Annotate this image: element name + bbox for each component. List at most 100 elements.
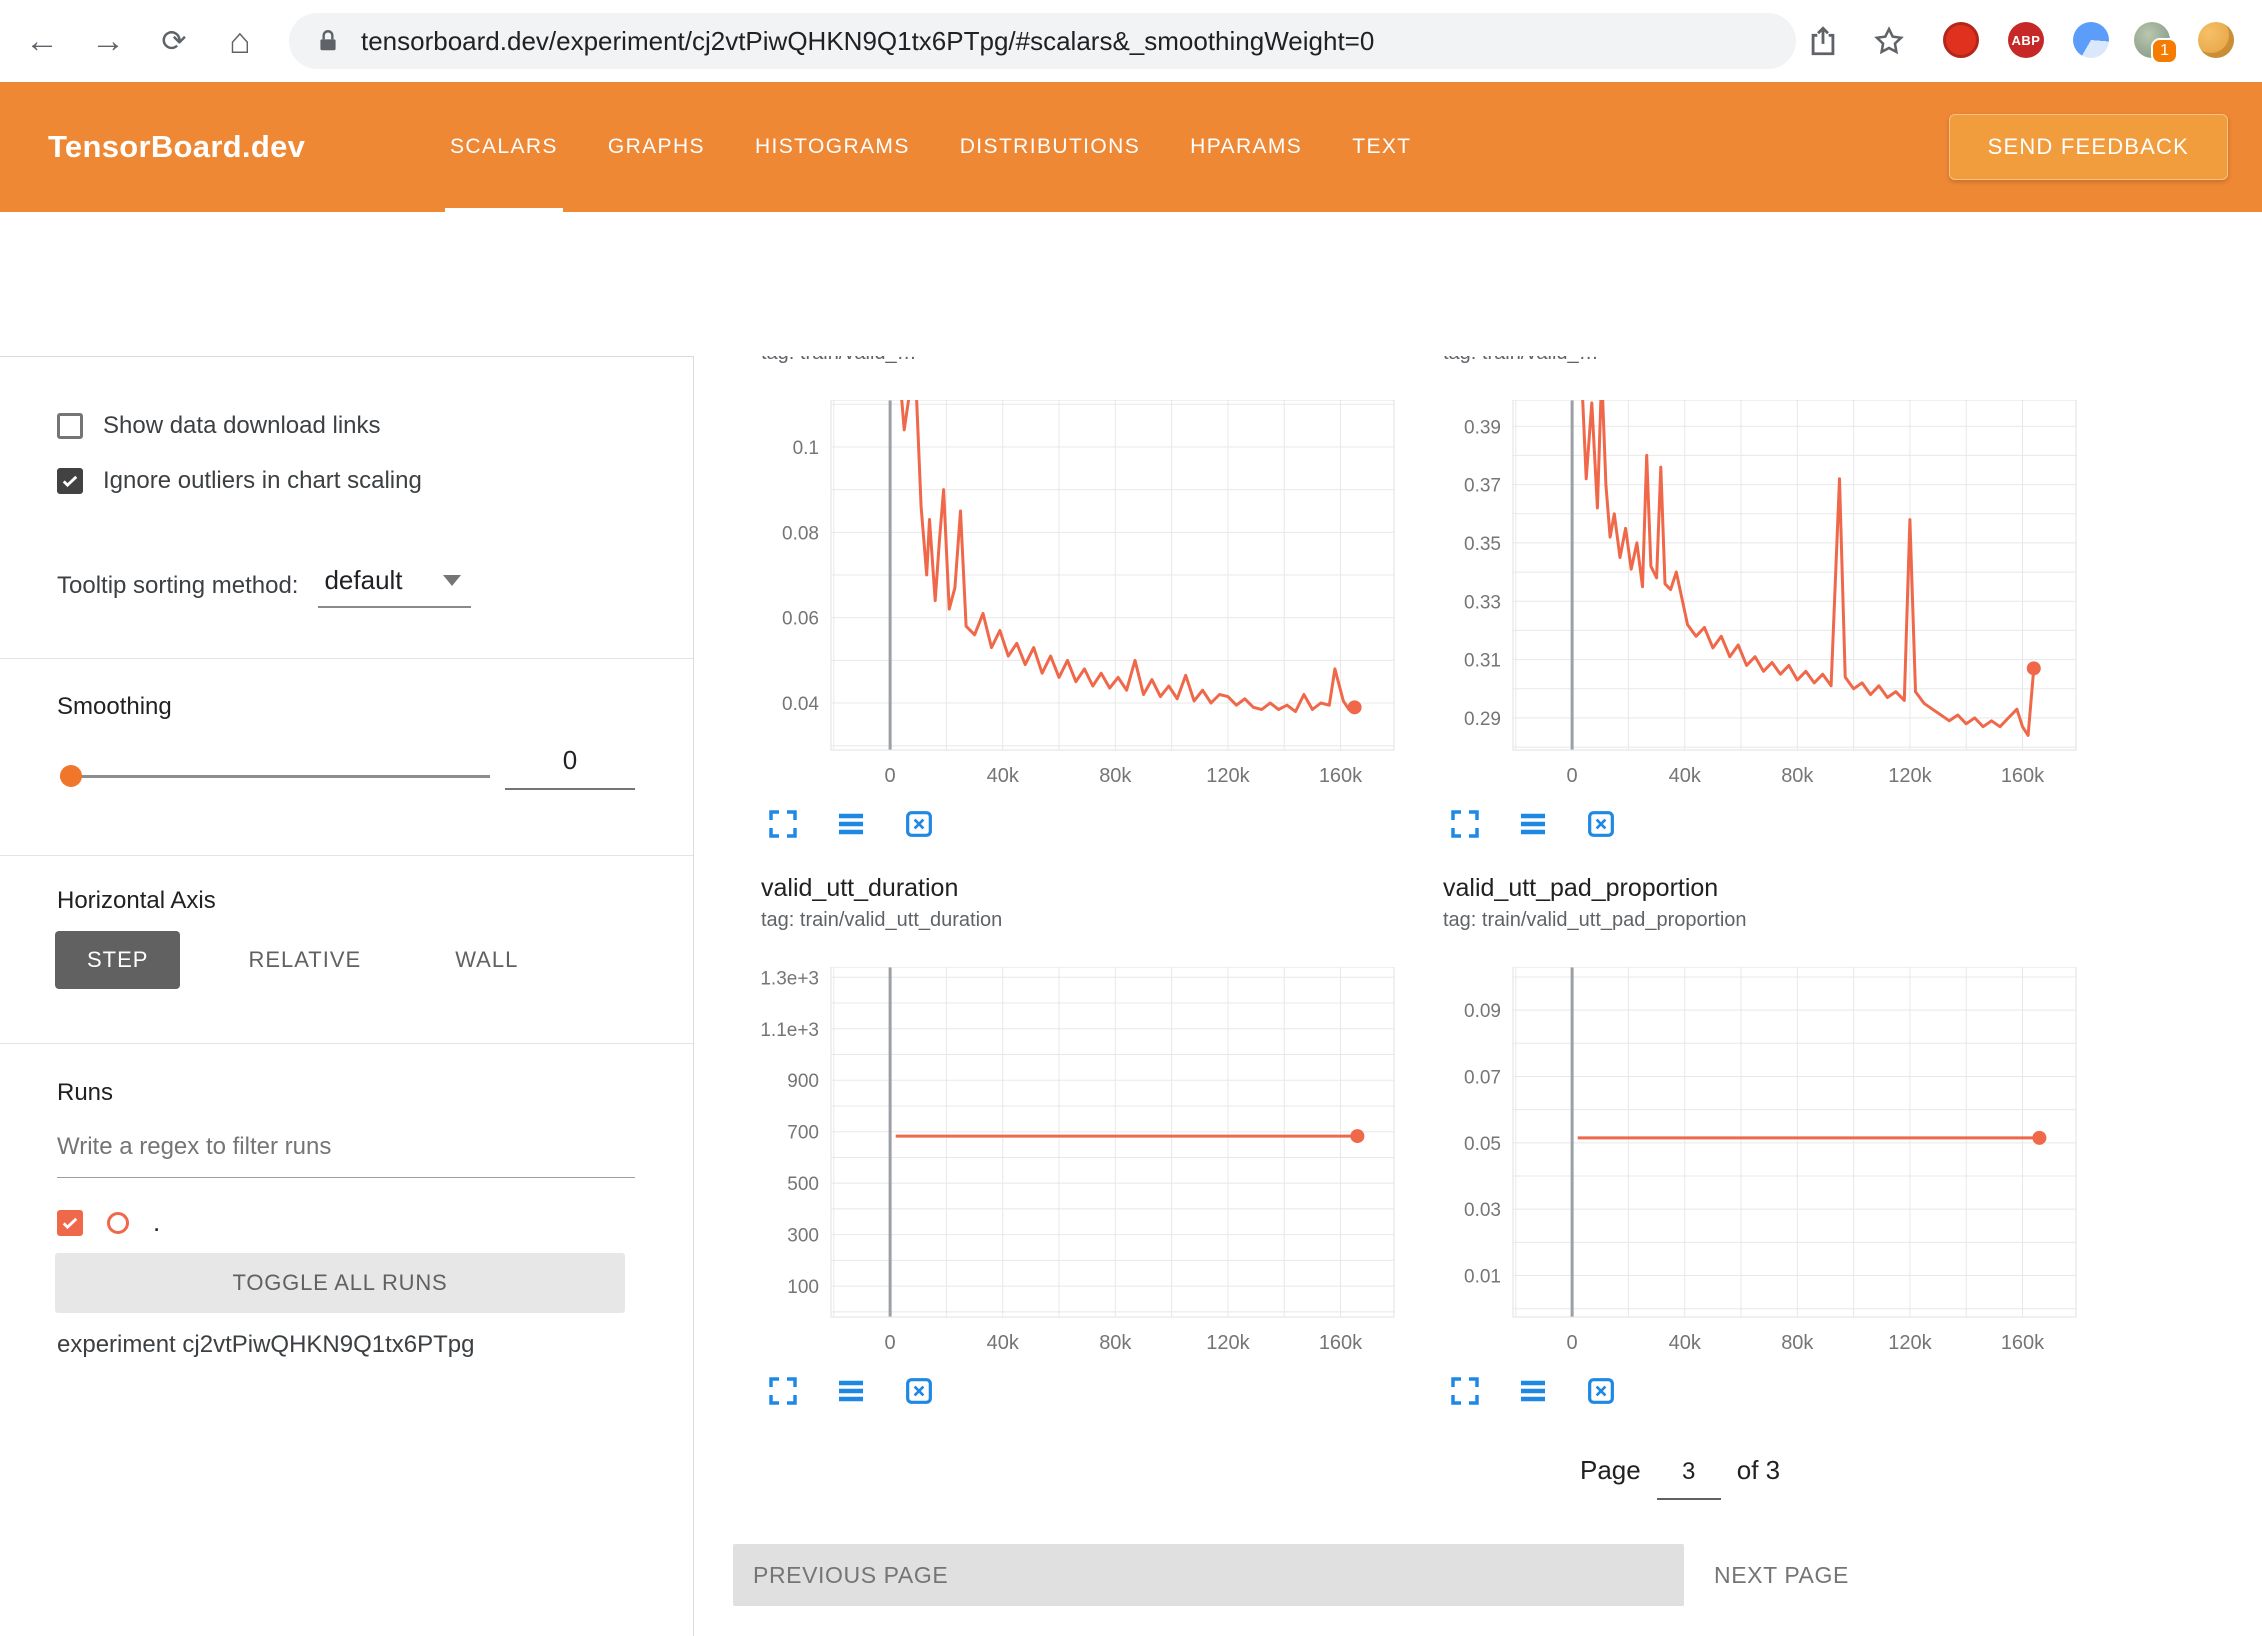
smoothing-heading: Smoothing xyxy=(57,693,172,721)
ignore-outliers-checkbox[interactable] xyxy=(57,468,83,494)
expand-chart-button[interactable] xyxy=(767,1375,799,1407)
bookmark-star-icon[interactable] xyxy=(1872,24,1906,58)
svg-text:300: 300 xyxy=(787,1226,819,1247)
tab-graphs[interactable]: GRAPHS xyxy=(583,82,730,212)
chart-plot[interactable]: 1003005007009001.1e+31.3e+3040k80k120k16… xyxy=(761,967,1401,1359)
fit-domain-button[interactable] xyxy=(903,808,935,840)
tooltip-sorting-select[interactable]: default xyxy=(318,563,470,608)
chart-tag: tag: train/valid_utt_duration xyxy=(761,905,1417,935)
toggle-all-runs-button[interactable]: TOGGLE ALL RUNS xyxy=(55,1253,625,1313)
tab-scalars[interactable]: SCALARS xyxy=(425,82,583,212)
svg-text:120k: 120k xyxy=(1888,765,1932,787)
expand-chart-button[interactable] xyxy=(767,808,799,840)
svg-text:40k: 40k xyxy=(987,1332,1020,1354)
chart-title: valid_utt_pad_proportion xyxy=(1443,871,2099,905)
chart-options-button[interactable] xyxy=(835,808,867,840)
svg-text:0.03: 0.03 xyxy=(1464,1200,1501,1221)
extension-pie-icon[interactable] xyxy=(2073,22,2109,58)
tab-distributions[interactable]: DISTRIBUTIONS xyxy=(935,82,1165,212)
page-number-input[interactable] xyxy=(1657,1452,1721,1500)
expand-chart-button[interactable] xyxy=(1449,1375,1481,1407)
chart-plot[interactable]: 0.040.060.080.1040k80k120k160k xyxy=(761,400,1401,792)
svg-text:0.35: 0.35 xyxy=(1464,534,1501,555)
nav-tabs: SCALARS GRAPHS HISTOGRAMS DISTRIBUTIONS … xyxy=(425,82,1437,212)
runs-heading: Runs xyxy=(57,1079,113,1107)
extension-adblock-icon[interactable] xyxy=(1943,22,1979,58)
fit-domain-button[interactable] xyxy=(903,1375,935,1407)
home-button[interactable]: ⌂ xyxy=(214,15,266,67)
fit-domain-button[interactable] xyxy=(1585,808,1617,840)
svg-text:1.1e+3: 1.1e+3 xyxy=(761,1020,819,1041)
app-header: TensorBoard.dev SCALARS GRAPHS HISTOGRAM… xyxy=(0,82,2262,212)
brand-logo[interactable]: TensorBoard.dev xyxy=(48,82,305,212)
slider-thumb[interactable] xyxy=(60,765,82,787)
page-label: Page xyxy=(1580,1455,1641,1486)
tab-text[interactable]: TEXT xyxy=(1327,82,1436,212)
tab-histograms[interactable]: HISTOGRAMS xyxy=(730,82,935,212)
extension-cookie-icon[interactable] xyxy=(2198,22,2234,58)
chart-options-button[interactable] xyxy=(835,1375,867,1407)
address-bar[interactable]: tensorboard.dev/experiment/cj2vtPiwQHKN9… xyxy=(289,13,1796,69)
chart-plot[interactable]: 0.010.030.050.070.09040k80k120k160k xyxy=(1443,967,2083,1359)
reload-button[interactable]: ⟳ xyxy=(148,15,200,67)
svg-text:0: 0 xyxy=(1567,1332,1578,1354)
svg-text:0.29: 0.29 xyxy=(1464,709,1501,730)
chart-toolbar xyxy=(767,808,1417,840)
tab-hparams[interactable]: HPARAMS xyxy=(1165,82,1327,212)
previous-page-button[interactable]: PREVIOUS PAGE xyxy=(733,1544,1684,1606)
avatar-badge: 1 xyxy=(2151,38,2178,64)
next-page-button[interactable]: NEXT PAGE xyxy=(1697,1544,1866,1606)
svg-text:0.05: 0.05 xyxy=(1464,1134,1501,1155)
lock-icon xyxy=(315,28,341,54)
svg-text:120k: 120k xyxy=(1206,765,1250,787)
svg-text:1.3e+3: 1.3e+3 xyxy=(761,968,819,989)
runs-filter-input[interactable] xyxy=(57,1127,635,1178)
fit-domain-icon xyxy=(903,1375,935,1407)
chart-toolbar xyxy=(1449,1375,2099,1407)
axis-wall-button[interactable]: WALL xyxy=(429,931,544,989)
url-text: tensorboard.dev/experiment/cj2vtPiwQHKN9… xyxy=(361,26,1374,57)
send-feedback-button[interactable]: SEND FEEDBACK xyxy=(1949,114,2228,180)
svg-text:160k: 160k xyxy=(2001,1332,2045,1354)
share-icon[interactable] xyxy=(1806,24,1840,58)
chart-tag: tag: train/valid_… xyxy=(761,356,1417,368)
chart-plot[interactable]: 0.290.310.330.350.370.39040k80k120k160k xyxy=(1443,400,2083,792)
browser-chrome: ← → ⟳ ⌂ tensorboard.dev/experiment/cj2vt… xyxy=(0,0,2262,82)
svg-text:500: 500 xyxy=(787,1174,819,1195)
back-button[interactable]: ← xyxy=(16,15,68,67)
slider-track[interactable] xyxy=(60,775,490,778)
expand-chart-button[interactable] xyxy=(1449,808,1481,840)
chart-options-button[interactable] xyxy=(1517,808,1549,840)
check-icon xyxy=(60,1213,80,1233)
divider xyxy=(0,658,693,659)
fit-domain-icon xyxy=(1585,1375,1617,1407)
svg-text:0: 0 xyxy=(1567,765,1578,787)
fullscreen-icon xyxy=(767,1375,799,1407)
svg-text:0: 0 xyxy=(885,765,896,787)
tooltip-sorting-label: Tooltip sorting method: xyxy=(57,572,298,600)
axis-relative-button[interactable]: RELATIVE xyxy=(222,931,387,989)
run-checkbox[interactable] xyxy=(57,1210,83,1236)
experiment-id: experiment cj2vtPiwQHKN9Q1tx6PTpg xyxy=(57,1331,475,1359)
page-of-label: of 3 xyxy=(1737,1455,1780,1486)
profile-avatar[interactable]: 1 xyxy=(2134,22,2170,58)
svg-text:80k: 80k xyxy=(1781,765,1814,787)
subheader: Crea LSTM transducer training for LibriS… xyxy=(0,212,2262,356)
charts-region: tag: train/valid_… 0.040.060.080.1040k80… xyxy=(695,356,2262,1636)
forward-button[interactable]: → xyxy=(82,15,134,67)
url-domain: tensorboard.dev xyxy=(361,26,549,56)
chevron-down-icon xyxy=(443,575,461,586)
smoothing-slider[interactable] xyxy=(60,765,490,787)
show-download-checkbox[interactable] xyxy=(57,413,83,439)
show-download-label: Show data download links xyxy=(103,412,381,440)
smoothing-value[interactable]: 0 xyxy=(505,745,635,790)
content: Show data download links Ignore outliers… xyxy=(0,356,2262,1636)
chart-options-button[interactable] xyxy=(1517,1375,1549,1407)
chart-toolbar xyxy=(767,1375,1417,1407)
fit-domain-icon xyxy=(903,808,935,840)
svg-text:100: 100 xyxy=(787,1277,819,1298)
axis-step-button[interactable]: STEP xyxy=(55,931,180,989)
fit-domain-button[interactable] xyxy=(1585,1375,1617,1407)
svg-text:160k: 160k xyxy=(1319,765,1363,787)
extension-abp-icon[interactable]: ABP xyxy=(2008,22,2044,58)
